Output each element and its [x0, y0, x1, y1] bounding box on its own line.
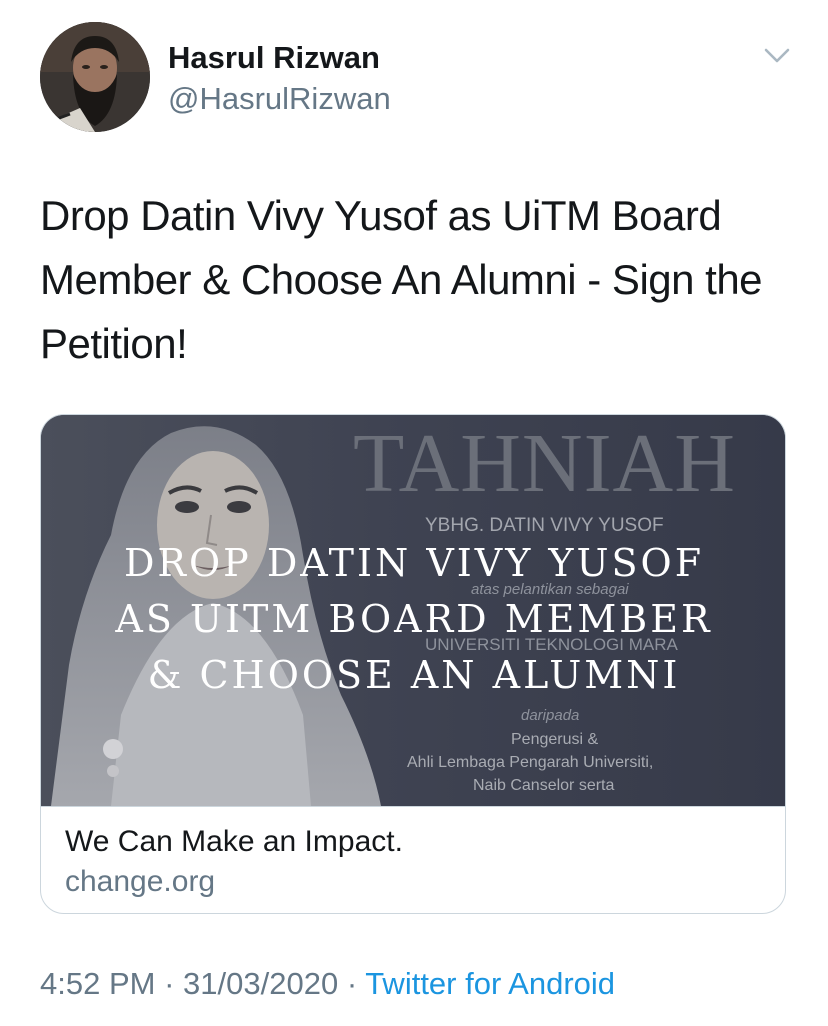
card-image[interactable]: TAHNIAH YBHG. DATIN VIVY YUSOF atas pela…	[41, 415, 785, 806]
card-overlay-line-3: & CHOOSE AN ALUMNI	[147, 653, 681, 697]
tweet-detail: Hasrul Rizwan @HasrulRizwan Drop Datin V…	[0, 0, 828, 1026]
card-title: We Can Make an Impact.	[65, 825, 403, 858]
card-overlay-line-1: DROP DATIN VIVY YUSOF	[123, 541, 705, 585]
card-meta[interactable]: We Can Make an Impact. change.org	[41, 806, 785, 913]
tweet-footer: 4:52 PM · 31/03/2020 · Twitter for Andro…	[40, 966, 615, 1002]
author-name[interactable]: Hasrul Rizwan	[168, 40, 380, 76]
background-line-3: daripada	[521, 707, 580, 724]
background-line-5: Ahli Lembaga Pengarah Universiti,	[407, 754, 654, 771]
background-line-4: Pengerusi &	[511, 731, 599, 748]
separator: ·	[346, 966, 358, 1001]
tweet-text: Drop Datin Vivy Yusof as UiTM Board Memb…	[40, 192, 763, 367]
profile-photo-icon	[40, 22, 150, 132]
background-line-6: Naib Canselor serta	[473, 777, 615, 794]
tweet-time: 4:52 PM	[40, 966, 156, 1001]
card-overlay-line-2: AS UITM BOARD MEMBER	[115, 597, 713, 641]
avatar[interactable]	[40, 22, 150, 132]
separator: ·	[164, 966, 175, 1001]
author-handle[interactable]: @HasrulRizwan	[168, 81, 391, 117]
background-name: YBHG. DATIN VIVY YUSOF	[425, 515, 664, 536]
card-domain: change.org	[65, 865, 216, 898]
link-card[interactable]: TAHNIAH YBHG. DATIN VIVY YUSOF atas pela…	[40, 414, 786, 914]
background-heading: TAHNIAH	[353, 417, 736, 510]
tweet-source-link[interactable]: Twitter for Android	[365, 966, 615, 1001]
tweet-date: 31/03/2020	[183, 966, 339, 1001]
chevron-down-icon[interactable]	[762, 44, 792, 68]
